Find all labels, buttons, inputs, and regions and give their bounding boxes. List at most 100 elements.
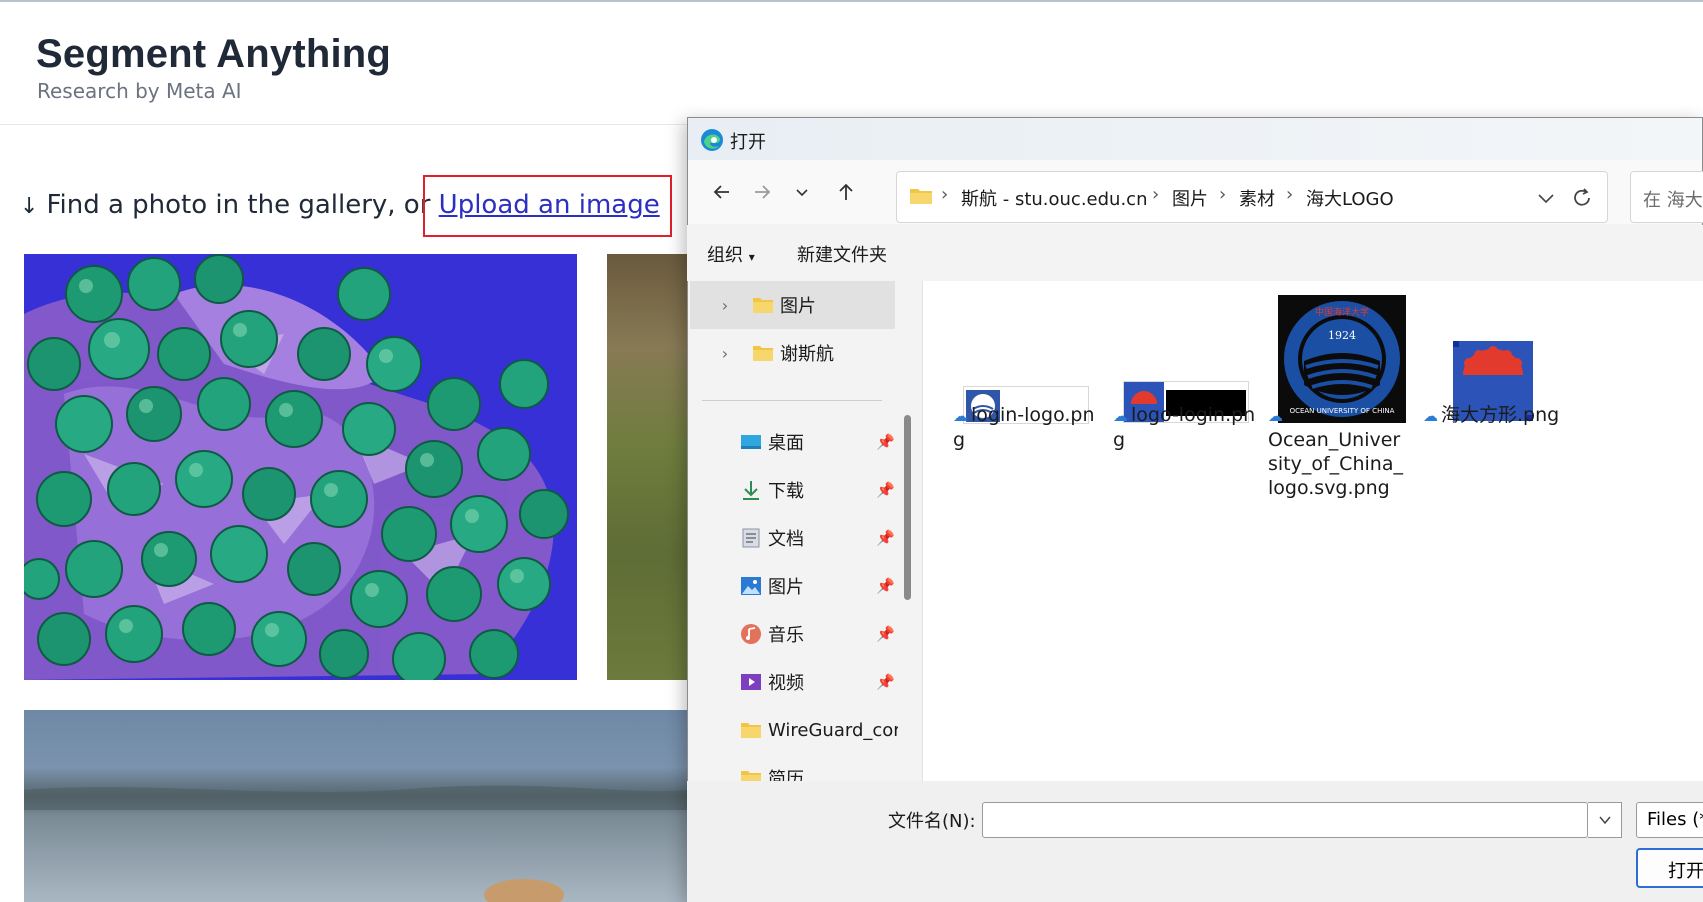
address-history-dropdown[interactable] <box>1532 185 1560 211</box>
recent-locations-button[interactable] <box>784 174 820 210</box>
file-name-square-logo[interactable]: ☁ 海大方形.png <box>1423 403 1583 428</box>
pin-icon[interactable]: 📌 <box>876 529 895 547</box>
pin-icon[interactable]: 📌 <box>876 577 895 595</box>
file-name-logo-login[interactable]: ☁ logo-login.pn g <box>1113 403 1263 452</box>
tree-item-pictures[interactable]: › 图片 <box>716 285 816 325</box>
down-arrow-icon: ↓ <box>20 194 39 219</box>
lake-image <box>24 710 687 902</box>
quick-access-label: 桌面 <box>768 433 804 454</box>
chevron-right-icon: › <box>721 343 729 363</box>
tree-item-user-folder[interactable]: › 谢斯航 <box>716 333 834 373</box>
document-icon <box>742 528 760 548</box>
forward-button[interactable] <box>744 174 780 210</box>
new-folder-button[interactable]: 新建文件夹 <box>797 241 887 267</box>
cloud-icon: ☁ <box>1113 407 1128 425</box>
gallery-image-field[interactable] <box>607 254 687 680</box>
nav-pane-scrollbar[interactable] <box>898 281 922 781</box>
nav-divider <box>702 400 882 401</box>
folder-icon <box>741 723 761 738</box>
up-arrow-icon <box>839 183 853 200</box>
tree-item-label: 谢斯航 <box>780 344 834 365</box>
quick-access-label: 文档 <box>768 529 804 550</box>
file-name-text: 海大方形.png <box>1441 404 1560 426</box>
organize-menu[interactable]: 组织 ▾ <box>707 241 755 267</box>
open-button[interactable]: 打开 <box>1636 848 1703 888</box>
quick-access-downloads[interactable]: 下载 <box>740 470 804 510</box>
filename-dropdown[interactable] <box>1588 802 1622 838</box>
breadcrumb-separator-icon: › <box>1219 184 1227 205</box>
tree-item-label: 图片 <box>780 296 816 317</box>
breadcrumb-logo-folder[interactable]: 海大LOGO <box>1306 185 1394 211</box>
folder-icon <box>910 189 932 204</box>
quick-access-videos[interactable]: 视频 <box>740 662 804 702</box>
up-folder-button[interactable] <box>828 174 864 210</box>
filename-input[interactable] <box>982 802 1588 838</box>
pin-icon[interactable]: 📌 <box>876 433 895 451</box>
chevron-down-icon <box>1598 816 1611 825</box>
quick-access-label: 图片 <box>768 577 804 598</box>
gallery-image-bacteria[interactable] <box>24 254 577 680</box>
logo-year-text: 1924 <box>1328 329 1356 342</box>
breadcrumb-pictures[interactable]: 图片 <box>1172 185 1208 211</box>
download-icon <box>743 481 759 500</box>
gallery-image-lake[interactable] <box>24 710 687 902</box>
refresh-button[interactable] <box>1564 180 1600 216</box>
breadcrumb-materials[interactable]: 素材 <box>1239 185 1275 211</box>
desktop-icon <box>741 435 761 449</box>
highlight-annotation-box <box>423 175 672 237</box>
breadcrumb-separator-icon: › <box>1286 184 1294 205</box>
cloud-icon: ☁ <box>1423 407 1438 425</box>
chevron-down-icon: ▾ <box>748 250 755 264</box>
quick-access-label: WireGuard_cor <box>768 719 898 741</box>
command-bar: 组织 ▾ 新建文件夹 <box>687 225 1703 281</box>
chevron-down-icon <box>1538 194 1554 204</box>
dialog-footer <box>687 781 1703 902</box>
file-list-pane: ☁ login-logo.pn g ☁ logo-login.pn g 1924… <box>922 281 1703 781</box>
site-title[interactable]: Segment Anything <box>36 32 391 77</box>
forward-arrow-icon <box>755 185 771 199</box>
file-name-login-logo[interactable]: ☁ login-logo.pn g <box>953 403 1103 452</box>
organize-label: 组织 <box>707 245 743 266</box>
breadcrumb-separator-icon: › <box>941 184 949 205</box>
search-placeholder: 在 海大 <box>1643 190 1703 211</box>
refresh-icon <box>1574 188 1590 206</box>
site-subtitle: Research by Meta AI <box>37 79 242 103</box>
prompt-text: Find a photo in the gallery, or <box>46 190 439 220</box>
edge-browser-icon <box>701 129 723 151</box>
quick-access-label: 视频 <box>768 673 804 694</box>
pictures-icon <box>741 577 761 595</box>
pin-icon[interactable]: 📌 <box>876 625 895 643</box>
music-icon <box>741 624 761 644</box>
file-name-text: logo-login.pn g <box>1113 404 1256 451</box>
dialog-title: 打开 <box>730 132 766 153</box>
quick-access-music[interactable]: 音乐 <box>740 614 804 654</box>
folder-icon <box>753 298 773 313</box>
quick-access-wireguard[interactable]: WireGuard_cor <box>740 710 898 750</box>
quick-access-desktop[interactable]: 桌面 <box>740 422 804 462</box>
logo-cn-text: 中国海洋大学 <box>1315 306 1369 318</box>
address-bar[interactable]: › 斯航 - stu.ouc.edu.cn › 图片 › 素材 › 海大LOGO <box>896 171 1608 223</box>
file-name-ouc-logo[interactable]: ☁ Ocean_Univer sity_of_China_ logo.svg.pn… <box>1268 403 1418 500</box>
back-arrow-icon <box>713 185 729 199</box>
filename-label: 文件名(N): <box>888 811 976 832</box>
pin-icon[interactable]: 📌 <box>876 673 895 691</box>
cloud-icon: ☁ <box>953 407 968 425</box>
folder-icon <box>753 346 773 361</box>
breadcrumb-separator-icon: › <box>1152 184 1160 205</box>
dialog-titlebar[interactable]: 打开 <box>688 118 1702 160</box>
quick-access-documents[interactable]: 文档 <box>740 518 804 558</box>
navigation-pane: › 图片 › 谢斯航 桌面 📌 下载 📌 文档 📌 图片 📌 音乐 📌 视频 📌… <box>688 281 898 781</box>
pin-icon[interactable]: 📌 <box>876 481 895 499</box>
back-button[interactable] <box>704 174 740 210</box>
site-header: Segment Anything Research by Meta AI <box>0 2 1703 125</box>
search-box[interactable]: 在 海大 <box>1630 171 1703 223</box>
quick-access-resume[interactable]: 简历 <box>740 758 804 781</box>
chevron-down-icon <box>796 189 808 197</box>
breadcrumb-onedrive[interactable]: 斯航 - stu.ouc.edu.cn <box>961 185 1147 211</box>
quick-access-pictures[interactable]: 图片 <box>740 566 804 606</box>
quick-access-label: 简历 <box>768 769 804 781</box>
filetype-select[interactable]: Files (*. <box>1636 802 1703 838</box>
scrollbar-thumb[interactable] <box>904 415 911 600</box>
quick-access-label: 下载 <box>768 481 804 502</box>
cloud-icon: ☁ <box>1268 407 1283 425</box>
